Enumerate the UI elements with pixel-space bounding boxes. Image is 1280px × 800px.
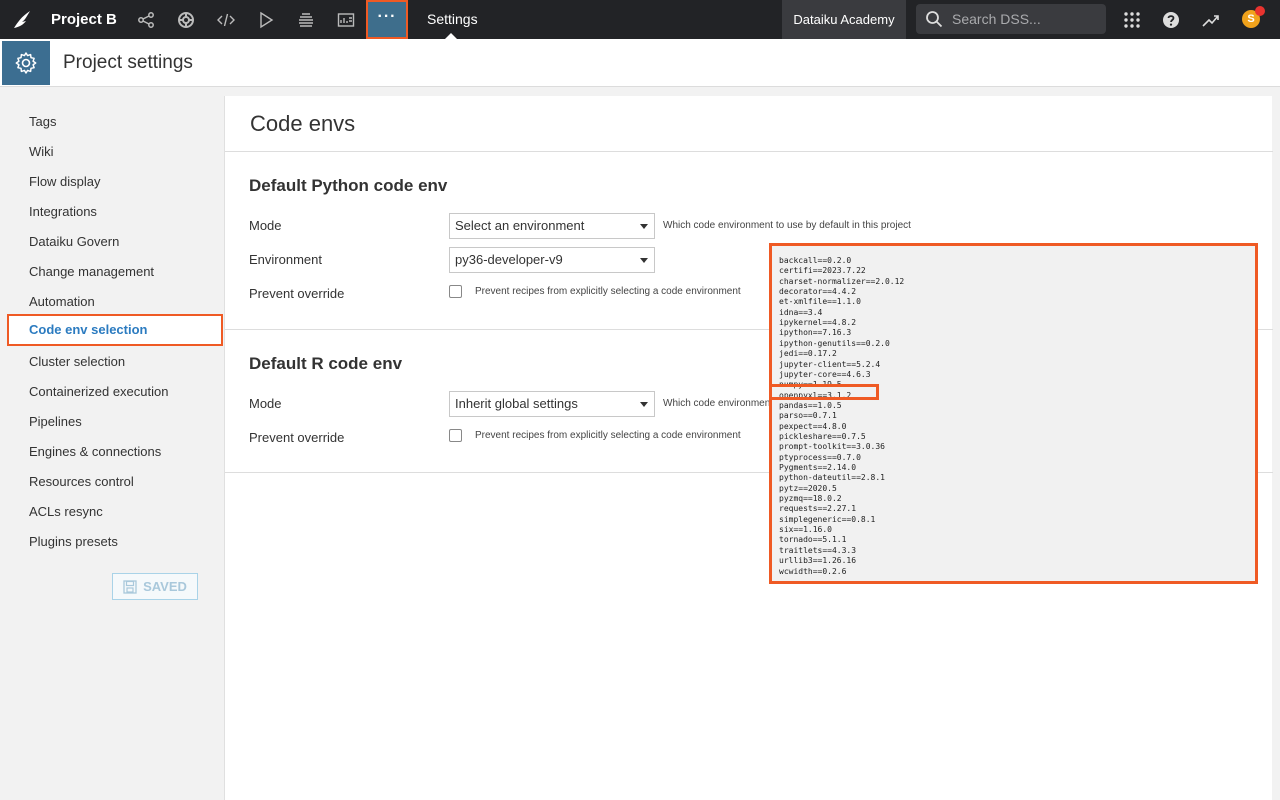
save-icon — [123, 579, 137, 594]
list-item: python-dateutil==2.8.1 — [779, 473, 885, 483]
r-mode-label: Mode — [249, 396, 282, 411]
python-environment-value: py36-developer-v9 — [455, 252, 563, 267]
python-prevent-override-text: Prevent recipes from explicitly selectin… — [475, 286, 741, 297]
list-item: backcall==0.2.0 — [779, 256, 852, 265]
sidebar-item-cluster-selection[interactable]: Cluster selection — [29, 350, 125, 374]
stack-icon[interactable] — [286, 0, 326, 39]
dataiku-academy-button[interactable]: Dataiku Academy — [782, 0, 906, 39]
r-prevent-override-label: Prevent override — [249, 430, 345, 445]
python-prevent-override-label: Prevent override — [249, 286, 345, 301]
more-icon[interactable]: ··· — [366, 0, 408, 39]
list-item: ipykernel==4.8.2 — [779, 318, 857, 328]
code-icon[interactable] — [206, 0, 246, 39]
play-icon[interactable] — [246, 0, 286, 39]
list-item: six==1.16.0 — [779, 525, 832, 535]
dataiku-bird-logo[interactable] — [12, 8, 34, 30]
package-list: backcall==0.2.0 certifi==2023.7.22 chars… — [769, 243, 1258, 584]
python-mode-select[interactable]: Select an environment — [449, 213, 655, 239]
search-box[interactable] — [916, 4, 1106, 34]
dashboard-icon[interactable] — [326, 0, 366, 39]
gear-icon — [2, 41, 50, 85]
list-item: pyzmq==18.0.2 — [779, 494, 842, 504]
python-mode-value: Select an environment — [455, 218, 585, 233]
r-prevent-override-text: Prevent recipes from explicitly selectin… — [475, 430, 741, 441]
list-item: wcwidth==0.2.6 — [779, 566, 847, 576]
list-item: pytz==2020.5 — [779, 483, 837, 493]
sidebar-item-integrations[interactable]: Integrations — [29, 200, 97, 224]
sidebar-item-change-management[interactable]: Change management — [29, 260, 154, 284]
python-prevent-override-checkbox[interactable] — [449, 285, 462, 298]
lifebuoy-icon[interactable] — [166, 0, 206, 39]
list-item: ipython==7.16.3 — [779, 328, 852, 338]
list-item: ipython-genutils==0.2.0 — [779, 338, 890, 348]
sidebar-item-automation[interactable]: Automation — [29, 290, 95, 314]
section-heading: Code envs — [250, 111, 356, 136]
list-item: et-xmlfile==1.1.0 — [779, 297, 861, 307]
python-environment-select[interactable]: py36-developer-v9 — [449, 247, 655, 273]
list-item: pickleshare==0.7.5 — [779, 431, 866, 441]
search-icon — [926, 11, 943, 28]
saved-button[interactable]: SAVED — [112, 573, 198, 600]
sidebar-item-pipelines[interactable]: Pipelines — [29, 410, 82, 434]
apps-grid-icon[interactable] — [1112, 0, 1152, 39]
page-header: Project settings — [0, 39, 1280, 87]
sidebar-item-tags[interactable]: Tags — [29, 110, 56, 134]
sidebar-item-flow-display[interactable]: Flow display — [29, 170, 101, 194]
list-item: traitlets==4.3.3 — [779, 545, 857, 555]
list-item: pexpect==4.8.0 — [779, 421, 847, 431]
r-env-title: Default R code env — [249, 354, 403, 373]
sidebar-item-engines-connections[interactable]: Engines & connections — [29, 440, 161, 464]
list-item: idna==3.4 — [779, 307, 823, 317]
list-item: tornado==5.1.1 — [779, 535, 847, 545]
flow-icon[interactable] — [126, 0, 166, 39]
sidebar-item-label: Code env selection — [29, 322, 148, 337]
sidebar-item-code-env-selection[interactable]: Code env selection — [7, 314, 223, 346]
list-item: decorator==4.4.2 — [779, 287, 857, 297]
chevron-down-icon — [640, 402, 648, 407]
list-item: pandas==1.0.5 — [779, 400, 842, 410]
list-item: certifi==2023.7.22 — [779, 266, 866, 276]
r-mode-select[interactable]: Inherit global settings — [449, 391, 655, 417]
python-env-title: Default Python code env — [249, 176, 448, 195]
search-input[interactable] — [950, 4, 1100, 34]
list-item: Pygments==2.14.0 — [779, 463, 857, 472]
sidebar-item-dataiku-govern[interactable]: Dataiku Govern — [29, 230, 119, 254]
settings-sidebar: Tags Wiki Flow display Integrations Data… — [0, 88, 224, 800]
sidebar-item-acls-resync[interactable]: ACLs resync — [29, 500, 103, 524]
list-item: prompt-toolkit==3.0.36 — [779, 442, 885, 452]
notification-badge — [1255, 6, 1265, 16]
list-item: requests==2.27.1 — [779, 504, 857, 514]
list-item: simplegeneric==0.8.1 — [779, 514, 876, 524]
python-mode-label: Mode — [249, 218, 282, 233]
sidebar-item-wiki[interactable]: Wiki — [29, 140, 54, 164]
trend-icon[interactable] — [1191, 0, 1231, 39]
r-prevent-override-checkbox[interactable] — [449, 429, 462, 442]
r-mode-hint: Which code environmen — [663, 398, 771, 409]
list-item: urllib3==1.26.16 — [779, 556, 857, 566]
help-icon[interactable] — [1151, 0, 1191, 39]
top-navigation-bar: Project B ··· Settings Dataiku Academy S — [0, 0, 1280, 39]
list-item: parso==0.7.1 — [779, 411, 837, 421]
list-item: ptyprocess==0.7.0 — [779, 452, 861, 462]
chevron-down-icon — [640, 224, 648, 229]
python-mode-hint: Which code environment to use by default… — [663, 220, 911, 231]
project-name[interactable]: Project B — [51, 0, 117, 39]
python-environment-label: Environment — [249, 252, 322, 267]
list-item: jupyter-client==5.2.4 — [779, 359, 881, 369]
page-title: Project settings — [63, 52, 193, 73]
list-item: jedi==0.17.2 — [779, 349, 837, 359]
divider — [225, 151, 1273, 152]
list-item: charset-normalizer==2.0.12 — [779, 276, 905, 286]
saved-label: SAVED — [143, 579, 187, 594]
sidebar-item-containerized-execution[interactable]: Containerized execution — [29, 380, 168, 404]
sidebar-item-resources-control[interactable]: Resources control — [29, 470, 134, 494]
list-item: jupyter-core==4.6.3 — [779, 369, 871, 379]
openpyxl-highlight — [769, 384, 879, 400]
sidebar-item-plugins-presets[interactable]: Plugins presets — [29, 530, 118, 554]
chevron-down-icon — [640, 258, 648, 263]
r-mode-value: Inherit global settings — [455, 396, 578, 411]
